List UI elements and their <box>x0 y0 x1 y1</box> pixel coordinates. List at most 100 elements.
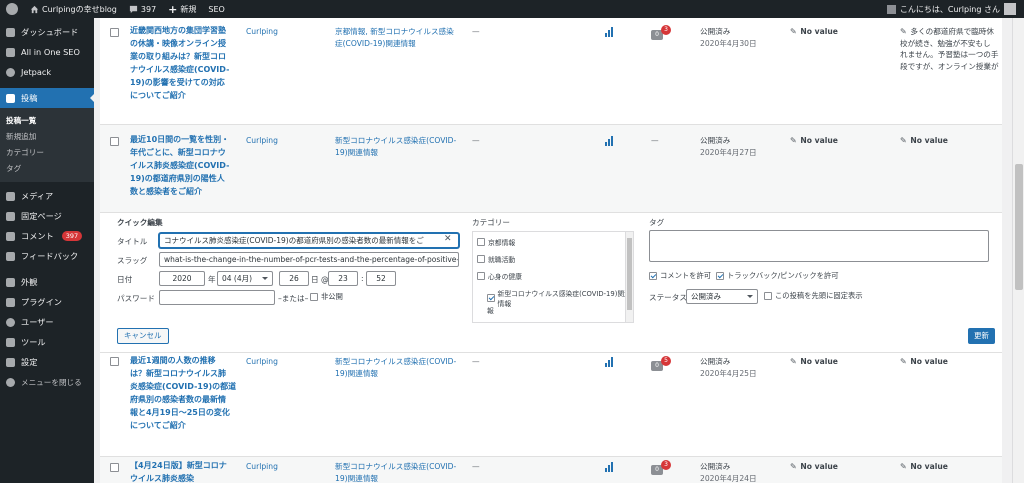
category-scroll-thumb[interactable] <box>627 238 632 310</box>
wp-logo-button[interactable] <box>0 0 24 18</box>
screen-options-icon[interactable] <box>886 4 896 14</box>
submenu-all-posts[interactable]: 投稿一覧 <box>0 112 94 128</box>
row-checkbox[interactable] <box>110 357 119 366</box>
comments-link[interactable]: 397 <box>123 0 162 18</box>
field-two[interactable]: ✎ No value <box>900 356 948 368</box>
category-checkbox[interactable] <box>487 294 495 302</box>
field-two[interactable]: ✎ No value <box>900 135 948 147</box>
seo-link[interactable]: SEO <box>202 0 230 18</box>
category-checklist[interactable]: 京都情報 就職活動 心身の健康 新型コロナウイルス感染症(COVID-19)関連… <box>472 231 634 323</box>
post-title-link[interactable]: 最近1週間の人数の推移 は？新型コロナウイルス肺 炎感染症(COVID-19)の… <box>130 354 238 432</box>
category-item[interactable]: 京都情報 <box>477 237 515 247</box>
pencil-icon: ✎ <box>900 357 907 366</box>
menu-tools[interactable]: ツール <box>0 332 94 352</box>
allow-comments-checkbox[interactable] <box>649 272 657 280</box>
year-input[interactable]: 2020 <box>159 271 205 286</box>
minute-input[interactable]: 52 <box>366 271 396 286</box>
post-title-link[interactable]: 近畿関西地方の集団学習塾 の休講・映像オンライン授 業の取り組みは？新型コロ ナ… <box>130 24 238 102</box>
category-links[interactable]: 新型コロナウイルス感染症(COVID- 19)関連情報 <box>335 461 456 483</box>
pending-comments-badge[interactable]: 3 <box>661 25 671 35</box>
sticky-row[interactable]: この投稿を先頭に固定表示 <box>764 291 863 301</box>
month-select[interactable]: 04 (4月) <box>217 271 273 286</box>
private-checkbox[interactable] <box>310 293 318 301</box>
cancel-button[interactable]: キャンセル <box>117 328 169 344</box>
category-checkbox[interactable] <box>477 255 485 263</box>
menu-posts[interactable]: 投稿 <box>0 88 95 108</box>
allow-comments-row[interactable]: コメントを許可 <box>649 271 711 281</box>
category-links[interactable]: 京都情報, 新型コロナウイルス感染 症(COVID-19)関連情報 <box>335 26 454 49</box>
author-link[interactable]: Curlping <box>246 26 278 38</box>
menu-feedback[interactable]: フィードバック <box>0 246 94 266</box>
category-item[interactable]: 就職活動 <box>477 254 515 264</box>
author-link[interactable]: Curlping <box>246 135 278 147</box>
author-link[interactable]: Curlping <box>246 461 278 473</box>
author-link[interactable]: Curlping <box>246 356 278 368</box>
field-one[interactable]: ✎ No value <box>790 26 838 38</box>
category-links[interactable]: 新型コロナウイルス感染症(COVID- 19)関連情報 <box>335 135 456 158</box>
menu-settings[interactable]: 設定 <box>0 352 94 372</box>
submenu-add-new[interactable]: 新規追加 <box>0 128 94 144</box>
submenu-tags[interactable]: タグ <box>0 160 94 176</box>
category-links[interactable]: 新型コロナウイルス感染症(COVID- 19)関連情報 <box>335 356 456 379</box>
field-two[interactable]: ✎ No value <box>900 461 948 473</box>
category-item[interactable]: 心身の健康 <box>477 271 522 281</box>
status-select[interactable]: 公開済み <box>686 289 758 304</box>
page-scrollbar[interactable] <box>1012 18 1024 483</box>
row-checkbox[interactable] <box>110 28 119 37</box>
pending-comments-badge[interactable]: 3 <box>661 460 671 470</box>
menu-users[interactable]: ユーザー <box>0 312 94 332</box>
post-title-link[interactable]: 最近10日間の一覧を性別・ 年代ごとに、新型コロナウ イルス肺炎感染症(COVI… <box>130 133 238 198</box>
greeting[interactable]: こんにちは、Curlping さん <box>900 4 1000 15</box>
allow-pings-checkbox[interactable] <box>716 272 724 280</box>
menu-appearance[interactable]: 外観 <box>0 272 94 292</box>
category-checkbox[interactable] <box>477 272 485 280</box>
day-input[interactable]: 26 <box>279 271 309 286</box>
category-scrollbar[interactable] <box>625 232 633 322</box>
private-checkbox-row[interactable]: 非公開 <box>310 292 343 302</box>
category-item[interactable]: 新型コロナウイルス感染症(COVID-19)関連情報 <box>487 288 633 308</box>
pending-comments-badge[interactable]: 5 <box>661 356 671 366</box>
password-input[interactable] <box>159 290 275 305</box>
slug-input[interactable]: what-is-the-change-in-the-number-of-pcr-… <box>159 252 459 267</box>
minute-value: 52 <box>376 274 386 283</box>
row-checkbox[interactable] <box>110 463 119 472</box>
wrench-icon <box>6 337 15 347</box>
hour-input[interactable]: 23 <box>328 271 358 286</box>
field-two[interactable]: ✎ 多くの都道府県で臨時休 校が続き、勉強が不安もし れません。予習塾は一つの手… <box>900 26 1004 72</box>
menu-plugins[interactable]: プラグイン <box>0 292 94 312</box>
submenu-categories[interactable]: カテゴリー <box>0 144 94 160</box>
update-button[interactable]: 更新 <box>968 328 995 344</box>
title-input[interactable]: コナウイルス肺炎感染症(COVID-19)の都道府県別の感染者数の最新情報をご <box>159 233 459 248</box>
stats-bar-icon[interactable] <box>605 462 615 472</box>
page-scroll-thumb[interactable] <box>1015 164 1023 290</box>
menu-aioseo[interactable]: All in One SEO <box>0 42 94 62</box>
comments-count: 397 <box>140 4 157 14</box>
category-line: 新型コロナウイルス感染症(COVID- <box>335 136 457 145</box>
menu-pages[interactable]: 固定ページ <box>0 206 94 226</box>
field-one[interactable]: ✎ No value <box>790 461 838 473</box>
tags-textarea[interactable] <box>649 230 989 262</box>
menu-dashboard[interactable]: ダッシュボード <box>0 22 94 42</box>
field-one[interactable]: ✎ No value <box>790 135 838 147</box>
menu-comments[interactable]: コメント 397 <box>0 226 94 246</box>
site-name-link[interactable]: Curlpingの幸せblog <box>24 0 123 18</box>
stats-bar-icon[interactable] <box>605 357 615 367</box>
avatar[interactable] <box>1004 3 1016 15</box>
sticky-checkbox[interactable] <box>764 292 772 300</box>
row-checkbox[interactable] <box>110 137 119 146</box>
title-line: 年代ごとに、新型コロナウ <box>130 148 226 157</box>
post-title-link[interactable]: 【4月24日版】新型コロナ ウイルス肺炎感染 <box>130 459 238 483</box>
new-content-link[interactable]: + 新規 <box>162 0 202 18</box>
clear-icon[interactable]: ✕ <box>444 234 452 244</box>
stats-bar-icon[interactable] <box>605 27 615 37</box>
menu-jetpack[interactable]: Jetpack <box>0 62 94 82</box>
wordpress-icon <box>6 3 18 15</box>
stats-bar-icon[interactable] <box>605 136 615 146</box>
menu-media[interactable]: メディア <box>0 186 94 206</box>
category-checkbox[interactable] <box>477 238 485 246</box>
field-one[interactable]: ✎ No value <box>790 356 838 368</box>
settings-icon <box>6 357 15 367</box>
title-line: についてご紹介 <box>130 421 186 430</box>
menu-collapse[interactable]: メニューを閉じる <box>0 372 94 392</box>
allow-pings-row[interactable]: トラックバック/ピンバックを許可 <box>716 271 839 281</box>
